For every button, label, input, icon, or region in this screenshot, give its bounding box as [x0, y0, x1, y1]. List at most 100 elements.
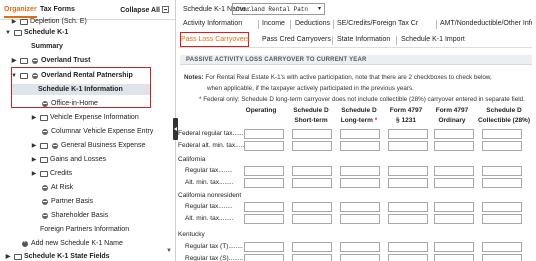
carryover-input[interactable]	[388, 129, 428, 139]
chevron-right-icon[interactable]: ▶	[30, 170, 38, 177]
carryover-input[interactable]	[434, 166, 474, 176]
chevron-down-icon[interactable]: ▼	[4, 30, 12, 36]
carryover-input[interactable]	[482, 214, 522, 224]
carryover-input[interactable]	[292, 242, 332, 252]
carryover-input[interactable]	[292, 202, 332, 212]
carryover-input[interactable]	[292, 129, 332, 139]
form-panel: Schedule K-1 Name... Overland Rental Pat…	[178, 0, 536, 261]
carryover-input[interactable]	[340, 166, 380, 176]
tree-item-vehicle-expense[interactable]: ▶ Vehicle Expense Information	[30, 112, 139, 123]
notes-label: Notes:	[184, 74, 204, 81]
carryover-input[interactable]	[434, 242, 474, 252]
carryover-input[interactable]	[244, 202, 284, 212]
carryover-input[interactable]	[340, 202, 380, 212]
tree-item-general-business[interactable]: ▶ General Business Expense	[30, 140, 146, 151]
carryover-input[interactable]	[292, 254, 332, 261]
carryover-input[interactable]	[244, 178, 284, 188]
carryover-input[interactable]	[482, 202, 522, 212]
carryover-input[interactable]	[244, 141, 284, 151]
tab-activity-information[interactable]: Activity Information	[183, 20, 242, 27]
carryover-input[interactable]	[388, 242, 428, 252]
tree-item-depletion[interactable]: ▶ Depletion (Sch. E)	[10, 16, 87, 27]
carryover-input[interactable]	[482, 129, 522, 139]
carryover-input[interactable]	[244, 166, 284, 176]
carryover-input[interactable]	[388, 202, 428, 212]
tree-item-credits[interactable]: ▶ Credits	[30, 168, 73, 179]
tree-item-columnar-vehicle[interactable]: Columnar Vehicle Expense Entry	[40, 126, 153, 137]
tree-item-partner-basis[interactable]: Partner Basis	[40, 196, 93, 207]
collapse-all-button[interactable]: Collapse All	[120, 6, 169, 14]
carryover-input[interactable]	[340, 214, 380, 224]
carryover-input[interactable]	[340, 242, 380, 252]
carryover-input[interactable]	[340, 129, 380, 139]
tree-item-shareholder-basis[interactable]: Shareholder Basis	[40, 210, 108, 221]
chevron-right-icon[interactable]: ▶	[4, 253, 12, 260]
tab-k1-import[interactable]: Schedule K-1 Import	[401, 36, 465, 43]
tree-item-label: Partner Basis	[51, 198, 94, 205]
carryover-input[interactable]	[292, 166, 332, 176]
add-k1-name-link[interactable]: Add new Schedule K-1 Name	[20, 238, 123, 249]
carryover-input[interactable]	[434, 129, 474, 139]
row-label: Kentucky	[178, 231, 205, 238]
minus-badge-icon	[42, 198, 48, 205]
tab-tax-forms[interactable]: Tax Forms	[40, 6, 75, 13]
carryover-input[interactable]	[292, 178, 332, 188]
carryover-input[interactable]	[482, 242, 522, 252]
chevron-right-icon[interactable]: ▶	[30, 142, 38, 149]
tab-se-credits[interactable]: SE/Credits/Foreign Tax Cr	[337, 20, 418, 27]
carryover-input[interactable]	[388, 166, 428, 176]
notes-block: Notes: For Rental Real Estate K-1's with…	[184, 72, 534, 105]
scroll-down-icon[interactable]: ▼	[166, 248, 172, 254]
carryover-input[interactable]	[482, 178, 522, 188]
carryover-input[interactable]	[388, 178, 428, 188]
column-header-top: Schedule D	[486, 107, 522, 114]
tree-item-gains-losses[interactable]: ▶ Gains and Losses	[30, 154, 106, 165]
carryover-input[interactable]	[482, 254, 522, 261]
carryover-input[interactable]	[388, 141, 428, 151]
carryover-input[interactable]	[340, 178, 380, 188]
tab-separator	[396, 36, 397, 45]
tab-pass-cred-carryovers[interactable]: Pass Cred Carryovers	[262, 36, 331, 43]
chevron-right-icon[interactable]: ▶	[30, 114, 38, 121]
carryover-input[interactable]	[434, 202, 474, 212]
tree-item-k1-state-fields[interactable]: ▶ Schedule K-1 State Fields	[4, 251, 110, 261]
column-header-bottom: Short-term	[294, 117, 328, 124]
column-header-top: Form 4797	[435, 107, 469, 114]
column-header-bottom: § 1231	[396, 117, 416, 124]
carryover-input[interactable]	[292, 141, 332, 151]
carryover-input[interactable]	[340, 141, 380, 151]
tree-item-summary[interactable]: Summary	[31, 41, 63, 52]
tab-deductions[interactable]: Deductions	[295, 20, 330, 27]
chevron-right-icon[interactable]: ▶	[10, 18, 18, 25]
carryover-input[interactable]	[292, 214, 332, 224]
carryover-input[interactable]	[340, 254, 380, 261]
chevron-right-icon[interactable]: ▶	[30, 156, 38, 163]
carryover-input[interactable]	[434, 254, 474, 261]
carryover-input[interactable]	[482, 141, 522, 151]
tree-item-at-risk[interactable]: At Risk	[40, 182, 73, 193]
tree-item-label: At Risk	[51, 184, 74, 191]
tab-income[interactable]: Income	[262, 20, 285, 27]
chevron-right-icon[interactable]: ▶	[10, 57, 18, 64]
carryover-input[interactable]	[244, 129, 284, 139]
carryover-input[interactable]	[388, 254, 428, 261]
tree-item-overland-trust[interactable]: ▶ Overland Trust	[10, 55, 91, 66]
tab-state-information[interactable]: State Information	[337, 36, 390, 43]
tree-item-schedule-k1[interactable]: ▼ Schedule K-1	[4, 27, 68, 38]
carryover-input[interactable]	[244, 214, 284, 224]
tree-item-foreign-partners[interactable]: Foreign Partners Information	[40, 224, 129, 235]
carryover-input[interactable]	[434, 178, 474, 188]
k1-name-select[interactable]: Overland Rental Patn ▾	[232, 3, 325, 15]
carryover-input[interactable]	[482, 166, 522, 176]
tab-pass-loss-carryovers[interactable]: Pass Loss Carryovers	[180, 32, 249, 47]
carryover-input[interactable]	[434, 214, 474, 224]
carryover-input[interactable]	[244, 254, 284, 261]
row-label: Regular tax (T)........	[185, 243, 243, 250]
tree-item-label: Vehicle Expense Information	[50, 114, 139, 121]
minus-badge-icon	[52, 142, 58, 149]
folder-icon	[20, 18, 28, 25]
carryover-input[interactable]	[434, 141, 474, 151]
tab-amt-other[interactable]: AMT/Nondeductible/Other Info	[440, 20, 535, 27]
carryover-input[interactable]	[388, 214, 428, 224]
carryover-input[interactable]	[244, 242, 284, 252]
